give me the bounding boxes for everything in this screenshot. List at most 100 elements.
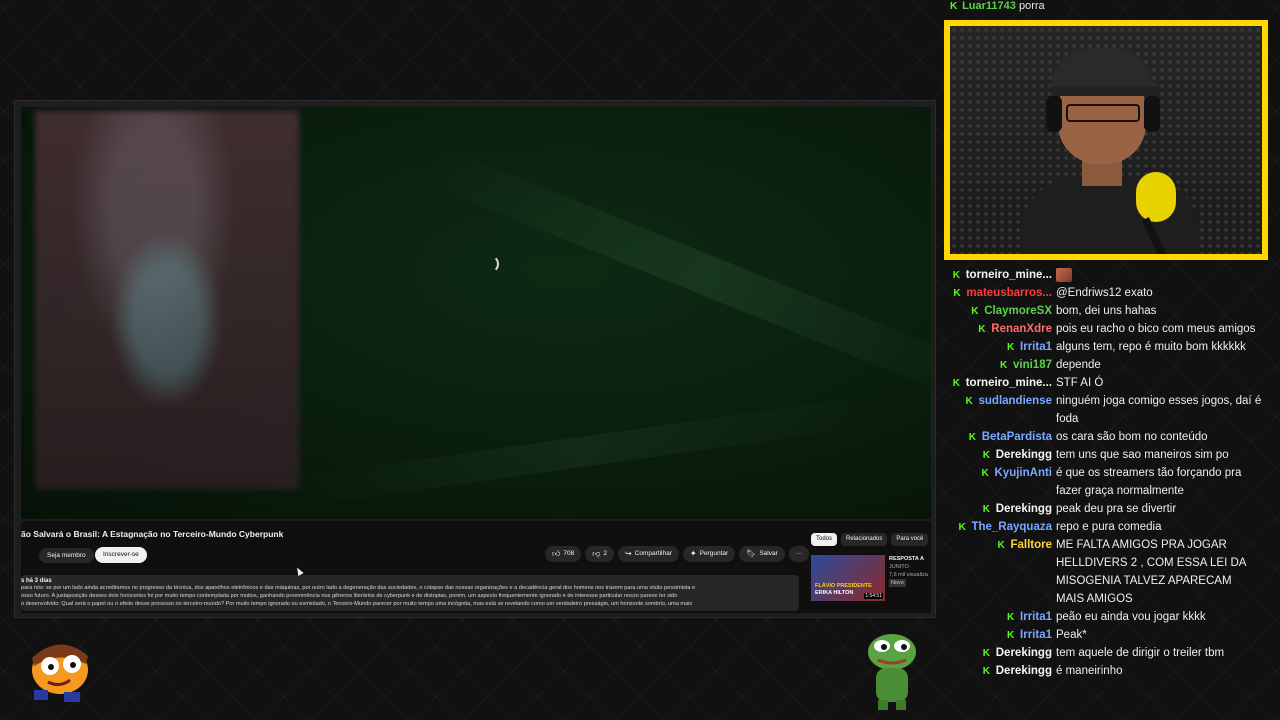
chip-related[interactable]: Relacionados: [841, 533, 888, 546]
chat-username[interactable]: Derekingg: [996, 644, 1052, 662]
chat-text: [1056, 266, 1262, 284]
chat-username[interactable]: RenanXdre: [991, 320, 1052, 338]
chat-message: K Derekingg tem aquele de dirigir o treile…: [944, 644, 1270, 662]
chat-text: é que os streamers tão forçando pra faze…: [1056, 467, 1242, 497]
thumbs-down-icon: 👎︎: [592, 549, 601, 558]
chat-message-header: K Derekingg: [944, 446, 1056, 464]
chat-username[interactable]: KyujinAnti: [995, 464, 1053, 482]
share-icon: ↪: [624, 549, 632, 558]
bookmark-icon: 🔖︎: [746, 549, 757, 558]
recommended-thumbnail[interactable]: FLÁVIO PRESIDENTE ERIKA HILTON 1:54:51: [811, 555, 885, 601]
chat-username[interactable]: Irrita1: [1020, 626, 1052, 644]
description-line: osso futuro. A justaposição desses dois …: [21, 593, 678, 599]
chat-text: tem uns que sao maneiros sim po: [1056, 449, 1229, 461]
subscribe-button[interactable]: Inscrever-se: [95, 547, 147, 563]
chat-message-header: K ClaymoreSX: [944, 302, 1056, 320]
chat-text: alguns tem, repo é muito bom kkkkkk: [1056, 341, 1246, 353]
chip-all[interactable]: Todos: [811, 533, 838, 546]
more-button[interactable]: ···: [788, 546, 810, 562]
thumb-text-2: ERIKA HILTON: [815, 590, 854, 596]
save-button[interactable]: 🔖︎ Salvar: [739, 546, 785, 562]
chat-message: K Irrita1 alguns tem, repo é muito bom kkk…: [944, 338, 1270, 356]
kick-badge-icon: K: [953, 287, 961, 299]
kick-badge-icon: K: [978, 323, 986, 335]
chat-text: Peak*: [1056, 629, 1087, 641]
chat-username[interactable]: BetaPardista: [982, 428, 1052, 446]
ask-button[interactable]: ✦ Perguntar: [682, 546, 736, 562]
chat-username[interactable]: Luar11743: [962, 0, 1016, 12]
chat-message-header: Ktorneiro_mine...: [944, 266, 1056, 284]
kick-badge-icon: K: [965, 395, 973, 407]
video-player[interactable]: [21, 107, 931, 519]
chat-username[interactable]: Derekingg: [996, 500, 1052, 518]
chat-text: bom, dei uns hahas: [1056, 305, 1157, 317]
glasses: [1066, 104, 1140, 122]
join-button[interactable]: Seja membro: [39, 548, 94, 563]
chat-message-partial: K Luar11743 porra: [950, 0, 1045, 12]
chat-message: K KyujinAnti é que os streamers tão forçan…: [944, 464, 1270, 500]
chat-message-header: K Derekingg: [944, 500, 1056, 518]
chat-message-header: K KyujinAnti: [944, 464, 1056, 482]
microphone-icon: [1136, 172, 1176, 222]
chat-text: peão eu ainda vou jogar kkkk: [1056, 611, 1206, 623]
kick-badge-icon: K: [982, 665, 990, 677]
kick-badge-icon: K: [971, 305, 979, 317]
video-light-streak: [416, 142, 931, 412]
chat-username[interactable]: mateusbarros...: [966, 284, 1052, 302]
dislike-count: 2: [603, 550, 607, 557]
chat-username[interactable]: vini187: [1013, 356, 1052, 374]
chat-message-header: Kvini187: [944, 356, 1056, 374]
chat-text: os cara são bom no conteúdo: [1056, 431, 1208, 443]
video-thumbnail-blurred: [35, 111, 299, 489]
like-button[interactable]: 👍︎ 708: [545, 546, 582, 562]
dislike-button[interactable]: 👎︎ 2: [585, 546, 614, 562]
chat-username[interactable]: Irrita1: [1020, 338, 1052, 356]
video-light-streak: [281, 395, 881, 509]
video-title: ão Salvará o Brasil: A Estagnação no Ter…: [21, 529, 284, 539]
ask-label: Perguntar: [699, 550, 729, 557]
recommended-video[interactable]: FLÁVIO PRESIDENTE ERIKA HILTON 1:54:51 R…: [811, 555, 931, 607]
chat-username[interactable]: Derekingg: [996, 662, 1052, 680]
chat-username[interactable]: torneiro_mine...: [966, 266, 1052, 284]
chat-username[interactable]: Irrita1: [1020, 608, 1052, 626]
kick-badge-icon: K: [968, 431, 976, 443]
chat-message-header: K Derekingg: [944, 644, 1056, 662]
recommended-info: RESPOSTA A JUNITO 7,6 mil visualiza Novo: [889, 555, 928, 607]
chat-username[interactable]: torneiro_mine...: [966, 374, 1052, 392]
kick-badge-icon: K: [997, 539, 1005, 551]
chat-username[interactable]: The_Rayquaza: [971, 518, 1052, 536]
new-badge: Novo: [889, 579, 906, 587]
kick-badge-icon: K: [982, 647, 990, 659]
kick-badge-icon: K: [981, 467, 989, 479]
kick-badge-icon: K: [1007, 341, 1015, 353]
chat-text: peak deu pra se divertir: [1056, 503, 1177, 515]
chat-text: STF AI Ó: [1056, 377, 1104, 389]
kick-badge-icon: K: [950, 1, 958, 12]
share-button[interactable]: ↪ Compartilhar: [617, 546, 679, 562]
kick-badge-icon: K: [1000, 359, 1008, 371]
pepe-frog-icon: [862, 630, 922, 712]
share-label: Compartilhar: [634, 550, 672, 557]
chat-message: K Irrita1 peão eu ainda vou jogar kkkk: [944, 608, 1270, 626]
thumbs-up-icon: 👍︎: [552, 549, 561, 558]
chat-message-header: K Irrita1: [944, 608, 1056, 626]
chat-message: K Derekingg peak deu pra se divertir: [944, 500, 1270, 518]
chat-username[interactable]: Falltore: [1010, 536, 1052, 554]
chat-username[interactable]: Derekingg: [996, 446, 1052, 464]
chat-username[interactable]: sudlandiense: [979, 392, 1053, 410]
chat-text: repo e pura comedia: [1056, 521, 1162, 533]
recommended-channel: JUNITO: [889, 564, 909, 570]
thumb-text-1: FLÁVIO PRESIDENTE: [815, 583, 872, 589]
browser-capture: ão Salvará o Brasil: A Estagnação no Ter…: [14, 100, 936, 618]
chat-message-header: K BetaPardista: [944, 428, 1056, 446]
description-line: o desenvolvido: Qual será o papel ou o e…: [21, 601, 693, 607]
chip-for-you[interactable]: Para você: [891, 533, 929, 546]
chat-username[interactable]: ClaymoreSX: [984, 302, 1052, 320]
chat-message: Ktorneiro_mine... STF AI Ó: [944, 374, 1270, 392]
kick-badge-icon: K: [982, 503, 990, 515]
description-box[interactable]: s há 3 dias para nós: se por um lado ain…: [21, 575, 799, 611]
headphone-icon: [1144, 96, 1160, 132]
save-label: Salvar: [759, 550, 778, 557]
kick-badge-icon: K: [952, 269, 960, 281]
chat-message-header: Ksudlandiense: [944, 392, 1056, 410]
